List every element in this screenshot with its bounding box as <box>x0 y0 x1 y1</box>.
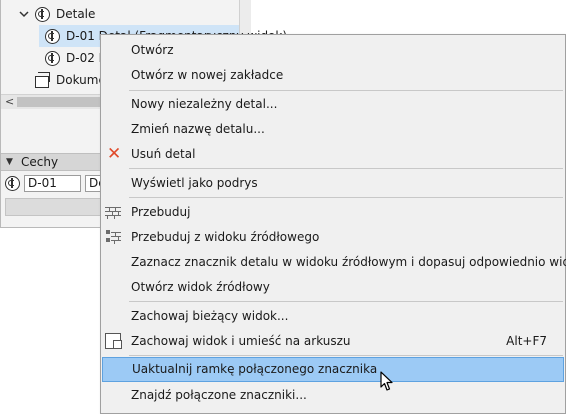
menu-item-shortcut: Alt+F7 <box>506 334 547 348</box>
rebuild-icon <box>105 204 121 220</box>
menu-item-label: Zachowaj widok i umieść na arkuszu <box>131 334 351 348</box>
menu-separator <box>129 168 563 169</box>
menu-item-open-new-tab[interactable]: Otwórz w nowej zakładce <box>101 63 565 87</box>
menu-separator <box>129 355 563 356</box>
menu-item-find-linked-markers[interactable]: Znajdź połączone znaczniki... <box>101 383 565 407</box>
documents-icon <box>35 72 50 88</box>
menu-item-rename-detail[interactable]: Zmień nazwę detalu... <box>101 117 565 141</box>
tree-folder-details[interactable]: Detale <box>1 3 239 25</box>
menu-item-label: Wyświetl jako podrys <box>131 176 258 190</box>
menu-item-label: Zmień nazwę detalu... <box>131 122 265 136</box>
menu-item-label: Nowy niezależny detal... <box>131 97 278 111</box>
rebuild-from-source-icon <box>105 229 121 245</box>
detail-icon <box>45 29 60 44</box>
context-menu: Otwórz Otwórz w nowej zakładce Nowy niez… <box>100 34 566 414</box>
detail-folder-icon <box>35 7 50 22</box>
menu-item-label: Otwórz widok źródłowy <box>131 280 270 294</box>
menu-item-open[interactable]: Otwórz <box>101 38 565 62</box>
menu-item-show-as-trace[interactable]: Wyświetl jako podrys <box>101 171 565 195</box>
menu-item-label: Przebuduj z widoku źródłowego <box>131 230 320 244</box>
menu-item-label: Zaznacz znacznik detalu w widoku źródłow… <box>131 255 566 269</box>
delete-x-icon: ✕ <box>107 144 122 164</box>
menu-item-label: Uaktualnij ramkę połączonego znacznika <box>132 362 378 376</box>
menu-item-label: Zachowaj bieżący widok... <box>131 309 289 323</box>
menu-item-label: Otwórz w nowej zakładce <box>131 68 284 82</box>
menu-item-label: Usuń detal <box>131 147 196 161</box>
menu-item-new-detail[interactable]: Nowy niezależny detal... <box>101 92 565 116</box>
menu-item-select-marker-in-source[interactable]: Zaznacz znacznik detalu w widoku źródłow… <box>101 250 566 274</box>
menu-item-save-current-view[interactable]: Zachowaj bieżący widok... <box>101 304 565 328</box>
scroll-left-icon[interactable]: < <box>5 95 14 109</box>
id-field[interactable]: D-01 <box>24 175 81 192</box>
menu-separator <box>129 301 563 302</box>
menu-separator <box>129 197 563 198</box>
detail-icon <box>45 51 60 66</box>
menu-item-label: Przebuduj <box>131 205 191 219</box>
menu-item-rebuild[interactable]: Przebuduj <box>101 200 565 224</box>
menu-item-open-source-view[interactable]: Otwórz widok źródłowy <box>101 275 565 299</box>
menu-item-label: Znajdź połączone znaczniki... <box>131 388 307 402</box>
menu-item-label: Otwórz <box>131 43 174 57</box>
tree-folder-label: Detale <box>56 7 96 21</box>
properties-title: Cechy <box>21 155 59 169</box>
mouse-cursor-icon <box>380 371 393 391</box>
menu-item-rebuild-from-source[interactable]: Przebuduj z widoku źródłowego <box>101 225 565 249</box>
save-and-place-icon <box>105 333 122 349</box>
detail-icon <box>5 176 20 191</box>
menu-item-update-linked-marker-frame[interactable]: Uaktualnij ramkę połączonego znacznika <box>102 357 564 382</box>
menu-separator <box>129 90 563 91</box>
menu-item-save-and-place-on-layout[interactable]: Zachowaj widok i umieść na arkuszu Alt+F… <box>101 329 565 353</box>
menu-item-delete-detail[interactable]: ✕ Usuń detal <box>101 142 565 166</box>
scrollbar-thumb[interactable] <box>17 97 107 107</box>
collapse-triangle-icon[interactable]: ▼ <box>6 155 13 169</box>
chevron-down-icon[interactable] <box>19 9 29 19</box>
